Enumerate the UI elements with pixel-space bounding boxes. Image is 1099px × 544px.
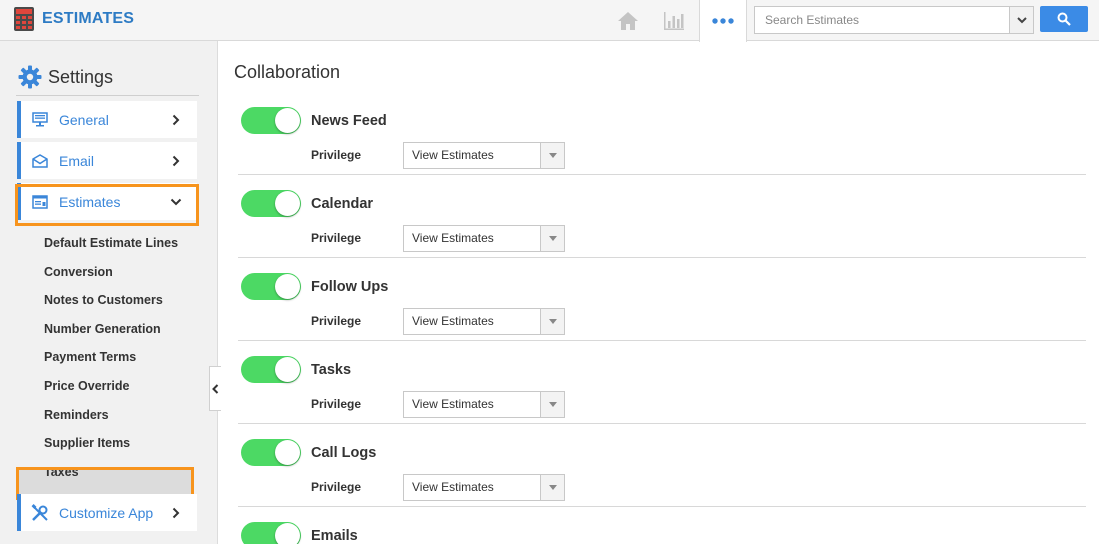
sidebar-item-label: Estimates (59, 193, 121, 210)
collab-row-tasks: Tasks Privilege View Estimates (238, 342, 1086, 425)
privilege-value: View Estimates (412, 148, 494, 162)
privilege-select[interactable]: View Estimates (403, 142, 565, 169)
subitem-conversion[interactable]: Conversion (44, 258, 194, 287)
sidebar-item-general[interactable]: General (17, 101, 197, 138)
collaboration-panel: Collaboration News Feed Privilege View E… (219, 41, 1099, 544)
subitem-number-generation[interactable]: Number Generation (44, 315, 194, 344)
subitem-price-override[interactable]: Price Override (44, 372, 194, 401)
sidebar-item-label: Email (59, 152, 95, 169)
calculator-icon (14, 7, 34, 31)
chevron-down-icon (1016, 16, 1027, 23)
dropdown-arrow-icon (540, 143, 564, 168)
search-dropdown-button[interactable] (1009, 7, 1033, 33)
settings-heading: Settings (18, 65, 113, 89)
row-name: Tasks (311, 362, 352, 378)
emails-toggle[interactable] (241, 522, 301, 544)
sidebar-item-label: General (59, 111, 109, 128)
divider (238, 257, 1086, 258)
page-title: Collaboration (234, 62, 341, 82)
privilege-label: Privilege (311, 314, 362, 328)
follow-ups-toggle[interactable] (241, 273, 301, 300)
privilege-select[interactable]: View Estimates (403, 391, 565, 418)
privilege-value: View Estimates (412, 314, 494, 328)
reports-button[interactable] (651, 0, 697, 41)
divider (238, 506, 1086, 507)
news-feed-toggle[interactable] (241, 107, 301, 134)
search-icon (1057, 12, 1071, 26)
estimates-submenu: Default Estimate Lines Conversion Notes … (44, 229, 194, 486)
row-name: Follow Ups (311, 279, 389, 295)
divider (16, 95, 199, 96)
divider (238, 340, 1086, 341)
dropdown-arrow-icon (540, 392, 564, 417)
row-name: Call Logs (311, 445, 377, 461)
chevron-right-icon (165, 507, 187, 519)
collab-row-call-logs: Call Logs Privilege View Estimates (238, 425, 1086, 508)
collab-row-news-feed: News Feed Privilege View Estimates (238, 93, 1086, 176)
sidebar-item-customize-app[interactable]: Customize App (17, 494, 197, 531)
search-button[interactable] (1040, 6, 1088, 32)
privilege-label: Privilege (311, 397, 362, 411)
privilege-label: Privilege (311, 148, 362, 162)
dropdown-arrow-icon (540, 475, 564, 500)
dropdown-arrow-icon (540, 226, 564, 251)
divider (238, 174, 1086, 175)
subitem-taxes[interactable]: Taxes (44, 458, 194, 487)
subitem-supplier-items[interactable]: Supplier Items (44, 429, 194, 458)
settings-title: Settings (48, 66, 114, 87)
wrench-screwdriver-icon (31, 503, 49, 522)
envelope-icon (31, 152, 49, 170)
sidebar-item-estimates[interactable]: Estimates (17, 183, 197, 220)
monitor-icon (31, 111, 49, 129)
subitem-default-estimate-lines[interactable]: Default Estimate Lines (44, 229, 194, 258)
gear-icon (18, 65, 42, 89)
privilege-value: View Estimates (412, 231, 494, 245)
collab-row-follow-ups: Follow Ups Privilege View Estimates (238, 259, 1086, 342)
subitem-notes-to-customers[interactable]: Notes to Customers (44, 286, 194, 315)
subitem-payment-terms[interactable]: Payment Terms (44, 343, 194, 372)
chevron-left-icon (212, 383, 219, 394)
row-name: Calendar (311, 196, 374, 212)
sidebar-item-email[interactable]: Email (17, 142, 197, 179)
privilege-value: View Estimates (412, 480, 494, 494)
chevron-right-icon (165, 114, 187, 126)
tasks-toggle[interactable] (241, 356, 301, 383)
chevron-right-icon (165, 155, 187, 167)
row-name: Emails (311, 528, 358, 544)
more-dots-icon (712, 18, 734, 24)
chevron-down-icon (165, 198, 187, 206)
row-name: News Feed (311, 113, 387, 129)
bar-chart-icon (664, 11, 684, 30)
app-title[interactable]: ESTIMATES (42, 10, 134, 28)
calendar-toggle[interactable] (241, 190, 301, 217)
call-logs-toggle[interactable] (241, 439, 301, 466)
settings-sidebar: Settings General Email Estimates Default… (0, 41, 218, 544)
dropdown-arrow-icon (540, 309, 564, 334)
search-input[interactable] (755, 7, 1009, 33)
subitem-reminders[interactable]: Reminders (44, 401, 194, 430)
privilege-select[interactable]: View Estimates (403, 474, 565, 501)
privilege-select[interactable]: View Estimates (403, 225, 565, 252)
divider (238, 423, 1086, 424)
privilege-select[interactable]: View Estimates (403, 308, 565, 335)
privilege-label: Privilege (311, 480, 362, 494)
collab-row-emails: Emails (238, 508, 1086, 544)
privilege-label: Privilege (311, 231, 362, 245)
more-button[interactable] (699, 0, 747, 42)
search-box (754, 6, 1034, 34)
home-icon (618, 11, 638, 30)
privilege-value: View Estimates (412, 397, 494, 411)
top-bar: ESTIMATES (0, 0, 1099, 42)
home-button[interactable] (605, 0, 651, 41)
sidebar-item-label: Customize App (59, 504, 154, 521)
collab-row-calendar: Calendar Privilege View Estimates (238, 176, 1086, 259)
estimate-form-icon (31, 193, 49, 211)
